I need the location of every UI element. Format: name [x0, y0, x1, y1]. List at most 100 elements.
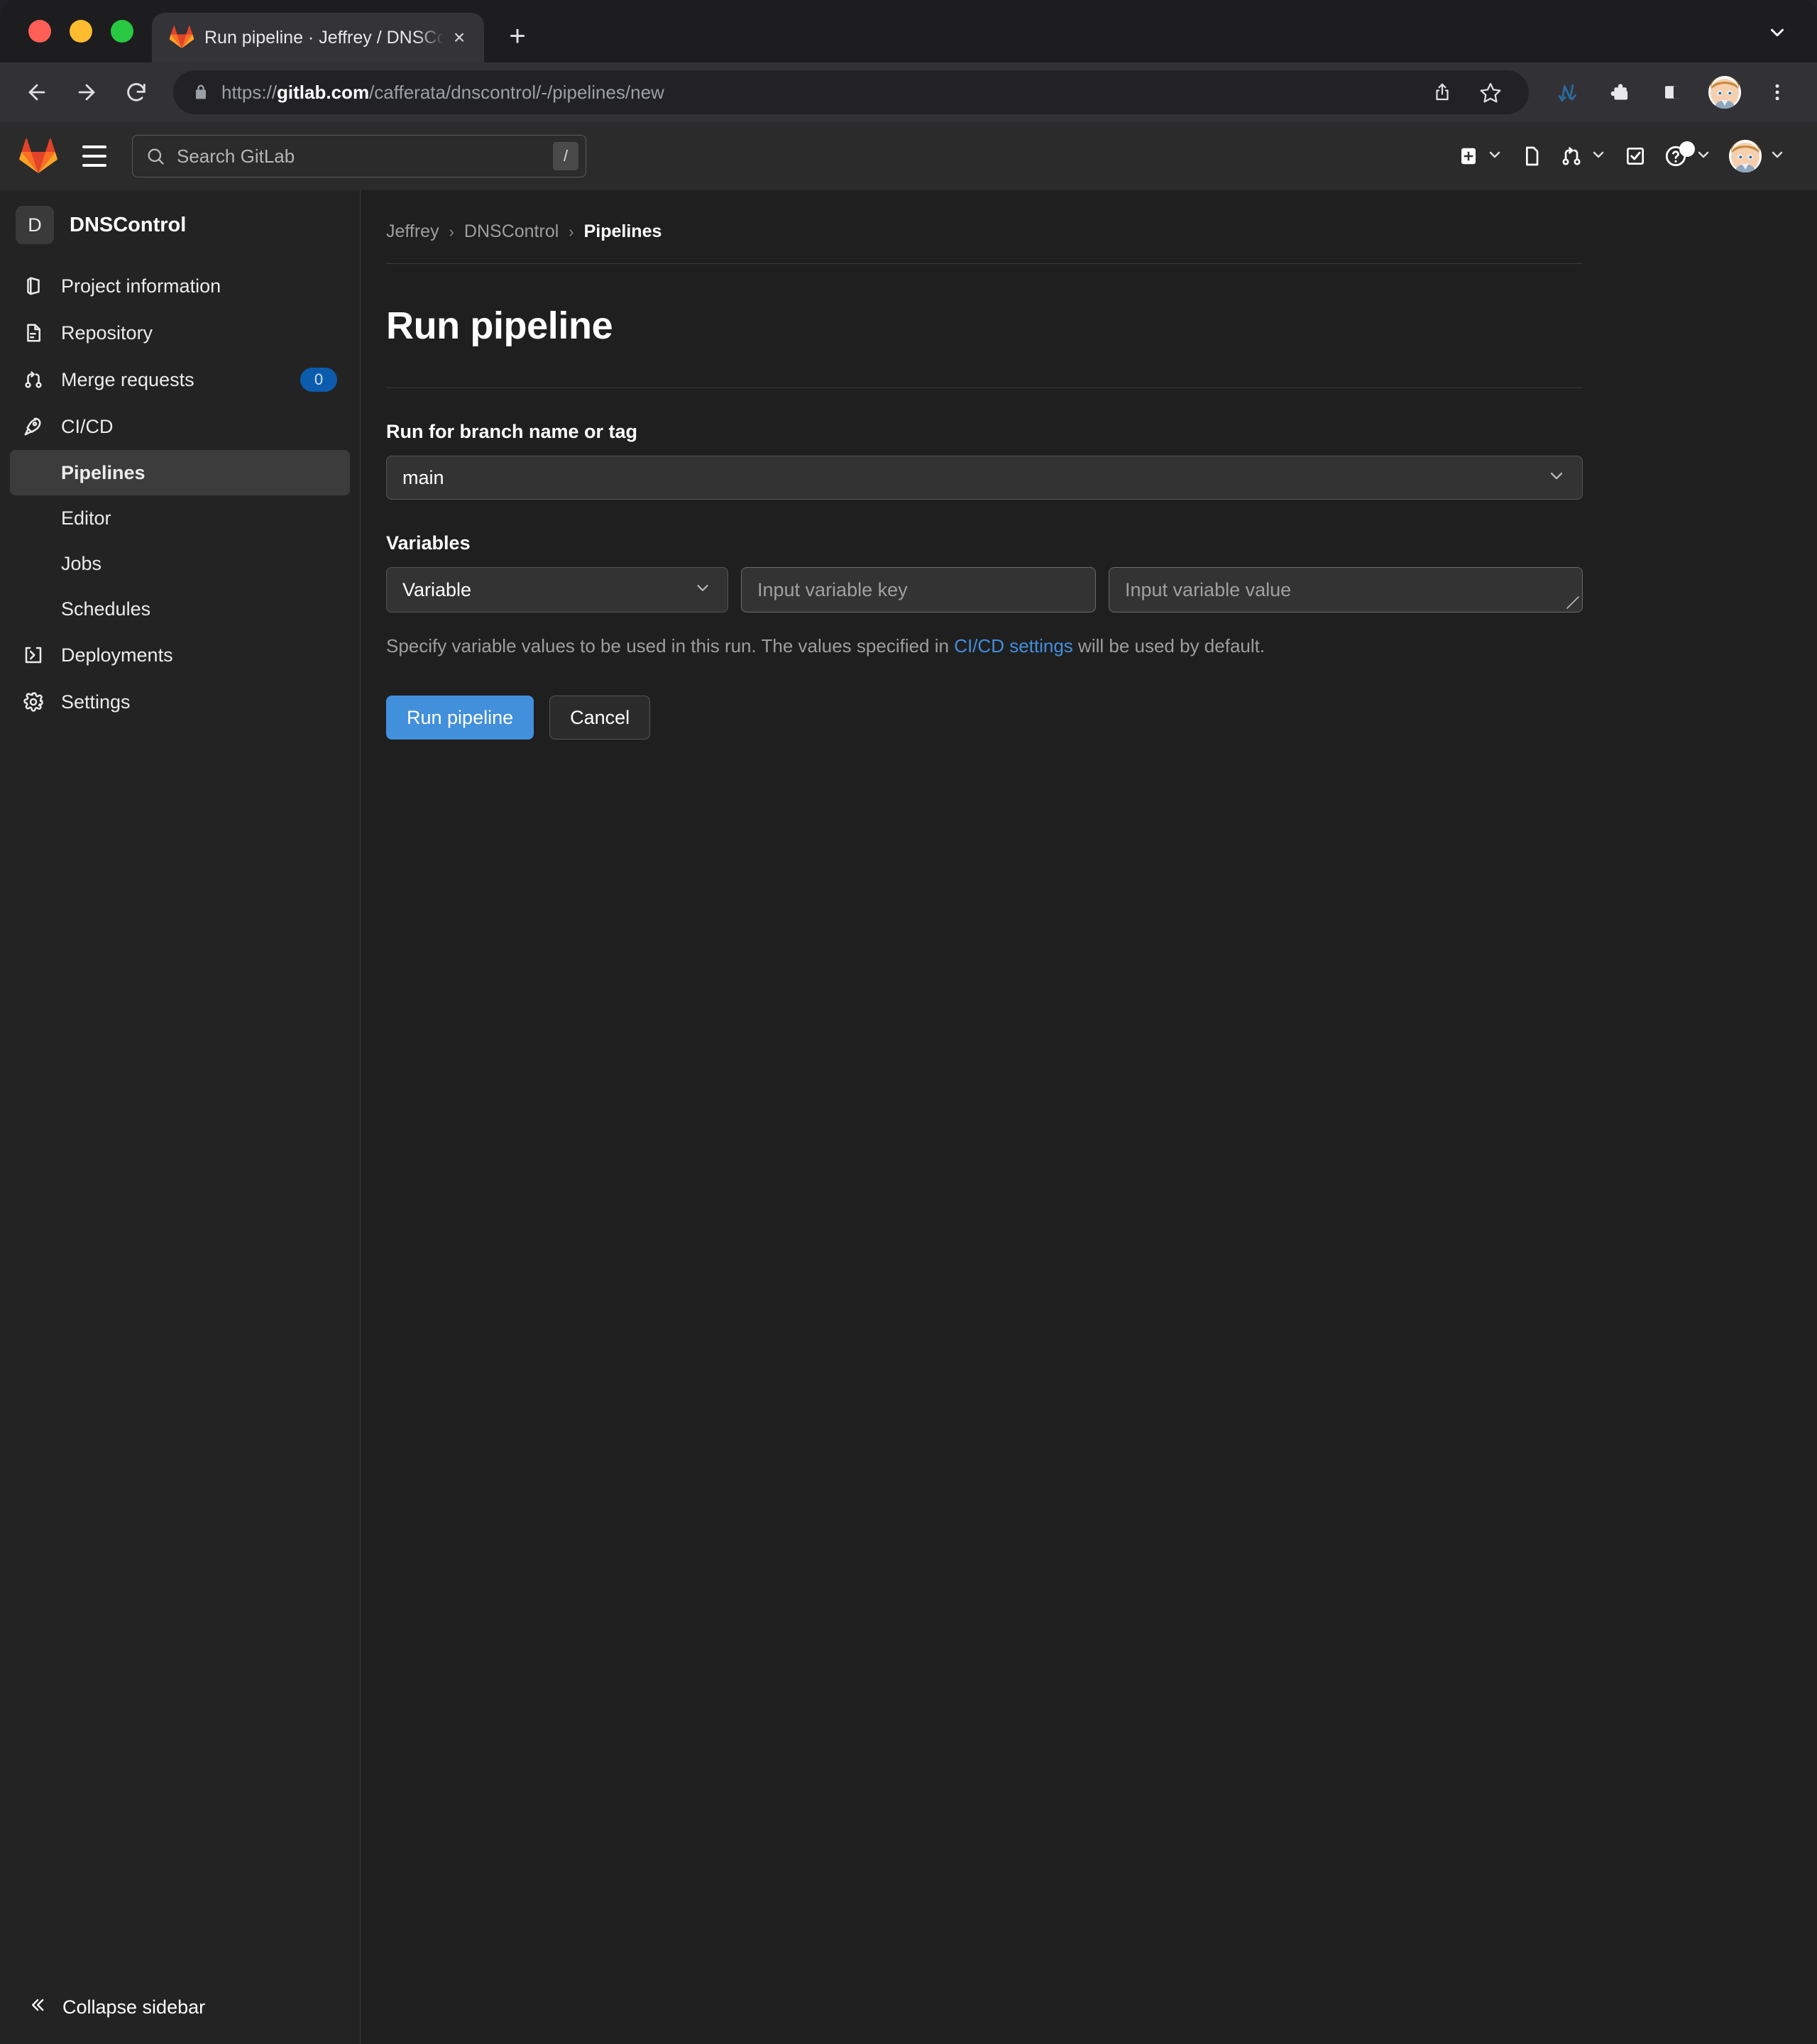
todos-button[interactable]: [1617, 133, 1654, 179]
double-chevron-left-icon: [27, 1995, 47, 2020]
breadcrumb-item-pipelines[interactable]: Pipelines: [584, 221, 662, 242]
toolbar-extension-area: [1544, 70, 1800, 115]
lock-icon: [189, 82, 213, 102]
gitlab-top-navigation: Search GitLab /: [0, 122, 1817, 190]
browser-window: Run pipeline · Jeffrey / DNSCon × + http…: [0, 0, 1817, 2044]
run-pipeline-button[interactable]: Run pipeline: [386, 696, 534, 740]
browser-tab[interactable]: Run pipeline · Jeffrey / DNSCon ×: [152, 13, 484, 62]
chevron-down-icon: [1590, 146, 1607, 167]
merge-requests-button[interactable]: [1553, 133, 1614, 179]
hamburger-menu-icon[interactable]: [74, 136, 115, 177]
sidebar-subitem-label: Editor: [61, 507, 111, 529]
variable-key-input[interactable]: [741, 567, 1096, 612]
sidebar-item-cicd[interactable]: CI/CD: [10, 403, 350, 450]
window-controls: [0, 0, 152, 62]
search-input[interactable]: Search GitLab /: [132, 135, 586, 177]
variable-value-wrapper: [1109, 567, 1583, 612]
user-avatar: [1729, 140, 1762, 172]
breadcrumb-item-dnscontrol[interactable]: DNSControl: [464, 221, 559, 242]
forward-button[interactable]: [64, 70, 109, 115]
sidebar-item-merge-requests[interactable]: Merge requests 0: [10, 356, 350, 403]
extensions-puzzle-icon[interactable]: [1597, 70, 1642, 115]
document-icon: [21, 322, 45, 344]
share-icon[interactable]: [1420, 70, 1465, 115]
avatar-image: [1708, 76, 1741, 109]
gitlab-logo[interactable]: [18, 136, 58, 176]
chevron-down-icon: [1695, 146, 1712, 167]
sidebar-item-pipelines[interactable]: Pipelines: [10, 450, 350, 495]
minimize-window-button[interactable]: [70, 20, 92, 43]
help-text-suffix: will be used by default.: [1072, 635, 1266, 656]
sidebar-item-label: CI/CD: [61, 415, 114, 437]
search-shortcut-badge: /: [553, 142, 578, 170]
user-menu-button[interactable]: [1722, 133, 1793, 179]
tab-list-chevron-icon[interactable]: [1757, 13, 1797, 53]
url-scheme: https://: [221, 81, 278, 103]
new-tab-button[interactable]: +: [494, 13, 541, 60]
variables-help-text: Specify variable values to be used in th…: [386, 635, 1583, 657]
branch-select[interactable]: main: [386, 456, 1583, 500]
issues-button[interactable]: [1513, 133, 1550, 179]
sidebar-item-schedules[interactable]: Schedules: [10, 586, 350, 632]
back-button[interactable]: [14, 70, 60, 115]
sidebar-item-deployments[interactable]: Deployments: [10, 632, 350, 678]
close-tab-button[interactable]: ×: [444, 23, 474, 53]
collapse-sidebar-label: Collapse sidebar: [62, 1996, 206, 2018]
address-bar-actions: [1420, 70, 1513, 115]
address-bar-url: https://gitlab.com/cafferata/dnscontrol/…: [221, 82, 664, 104]
collapse-sidebar-button[interactable]: Collapse sidebar: [0, 1974, 360, 2044]
project-name: DNSControl: [70, 213, 187, 236]
close-window-button[interactable]: [28, 20, 51, 43]
side-panel-icon[interactable]: [1649, 70, 1695, 115]
breadcrumb-item-jeffrey[interactable]: Jeffrey: [386, 221, 439, 242]
sidebar-item-editor[interactable]: Editor: [10, 495, 350, 541]
sidebar-item-project-information[interactable]: Project information: [10, 263, 350, 309]
help-question-icon: [1664, 141, 1695, 168]
variable-type-value: Variable: [402, 578, 472, 600]
variable-type-select[interactable]: Variable: [386, 567, 728, 612]
variables-label: Variables: [386, 532, 471, 554]
project-avatar: D: [16, 206, 54, 244]
reload-button[interactable]: [114, 70, 159, 115]
sidebar-nav: Project information Repository Merge req…: [0, 260, 360, 725]
cancel-button[interactable]: Cancel: [549, 696, 651, 740]
gitlab-extension-icon[interactable]: [1544, 70, 1590, 115]
gitlab-favicon: [169, 25, 194, 50]
breadcrumb-separator: ›: [569, 222, 574, 241]
sidebar-item-jobs[interactable]: Jobs: [10, 541, 350, 586]
project-info-icon: [21, 275, 45, 297]
browser-toolbar: https://gitlab.com/cafferata/dnscontrol/…: [0, 62, 1817, 122]
chrome-menu-icon[interactable]: [1755, 70, 1800, 115]
page-title: Run pipeline: [386, 264, 1583, 388]
create-new-button[interactable]: [1451, 133, 1510, 179]
search-placeholder: Search GitLab: [177, 145, 295, 167]
help-text-prefix: Specify variable values to be used in th…: [386, 635, 955, 656]
bookmark-star-icon[interactable]: [1468, 70, 1513, 115]
merge-requests-count-badge: 0: [300, 368, 337, 392]
form-actions: Run pipeline Cancel: [386, 696, 1583, 740]
variable-value-input[interactable]: [1109, 567, 1583, 612]
deployments-icon: [21, 644, 45, 666]
sidebar-item-label: Merge requests: [61, 368, 194, 390]
breadcrumb: Jeffrey › DNSControl › Pipelines: [386, 221, 1583, 264]
sidebar-item-label: Repository: [61, 322, 153, 344]
app-body: D DNSControl Project information Reposit…: [0, 190, 1817, 2044]
sidebar-item-settings[interactable]: Settings: [10, 678, 350, 725]
branch-select-value: main: [402, 466, 444, 488]
browser-tab-strip: Run pipeline · Jeffrey / DNSCon × +: [0, 0, 1817, 62]
help-button[interactable]: [1657, 133, 1719, 179]
sidebar-item-label: Project information: [61, 275, 221, 297]
sidebar-item-repository[interactable]: Repository: [10, 309, 350, 356]
sidebar-subitem-label: Jobs: [61, 552, 102, 574]
project-sidebar: D DNSControl Project information Reposit…: [0, 190, 361, 2044]
chevron-down-icon: [1769, 146, 1786, 167]
cicd-settings-link[interactable]: CI/CD settings: [954, 635, 1073, 656]
profile-avatar[interactable]: [1702, 70, 1747, 115]
maximize-window-button[interactable]: [111, 20, 133, 43]
sidebar-project-header[interactable]: D DNSControl: [0, 190, 360, 260]
chevron-down-icon: [1486, 146, 1503, 167]
url-path: /cafferata/dnscontrol/-/pipelines/new: [369, 81, 664, 103]
search-icon: [146, 146, 167, 166]
address-bar[interactable]: https://gitlab.com/cafferata/dnscontrol/…: [173, 70, 1529, 114]
sidebar-subitem-label: Schedules: [61, 598, 151, 620]
